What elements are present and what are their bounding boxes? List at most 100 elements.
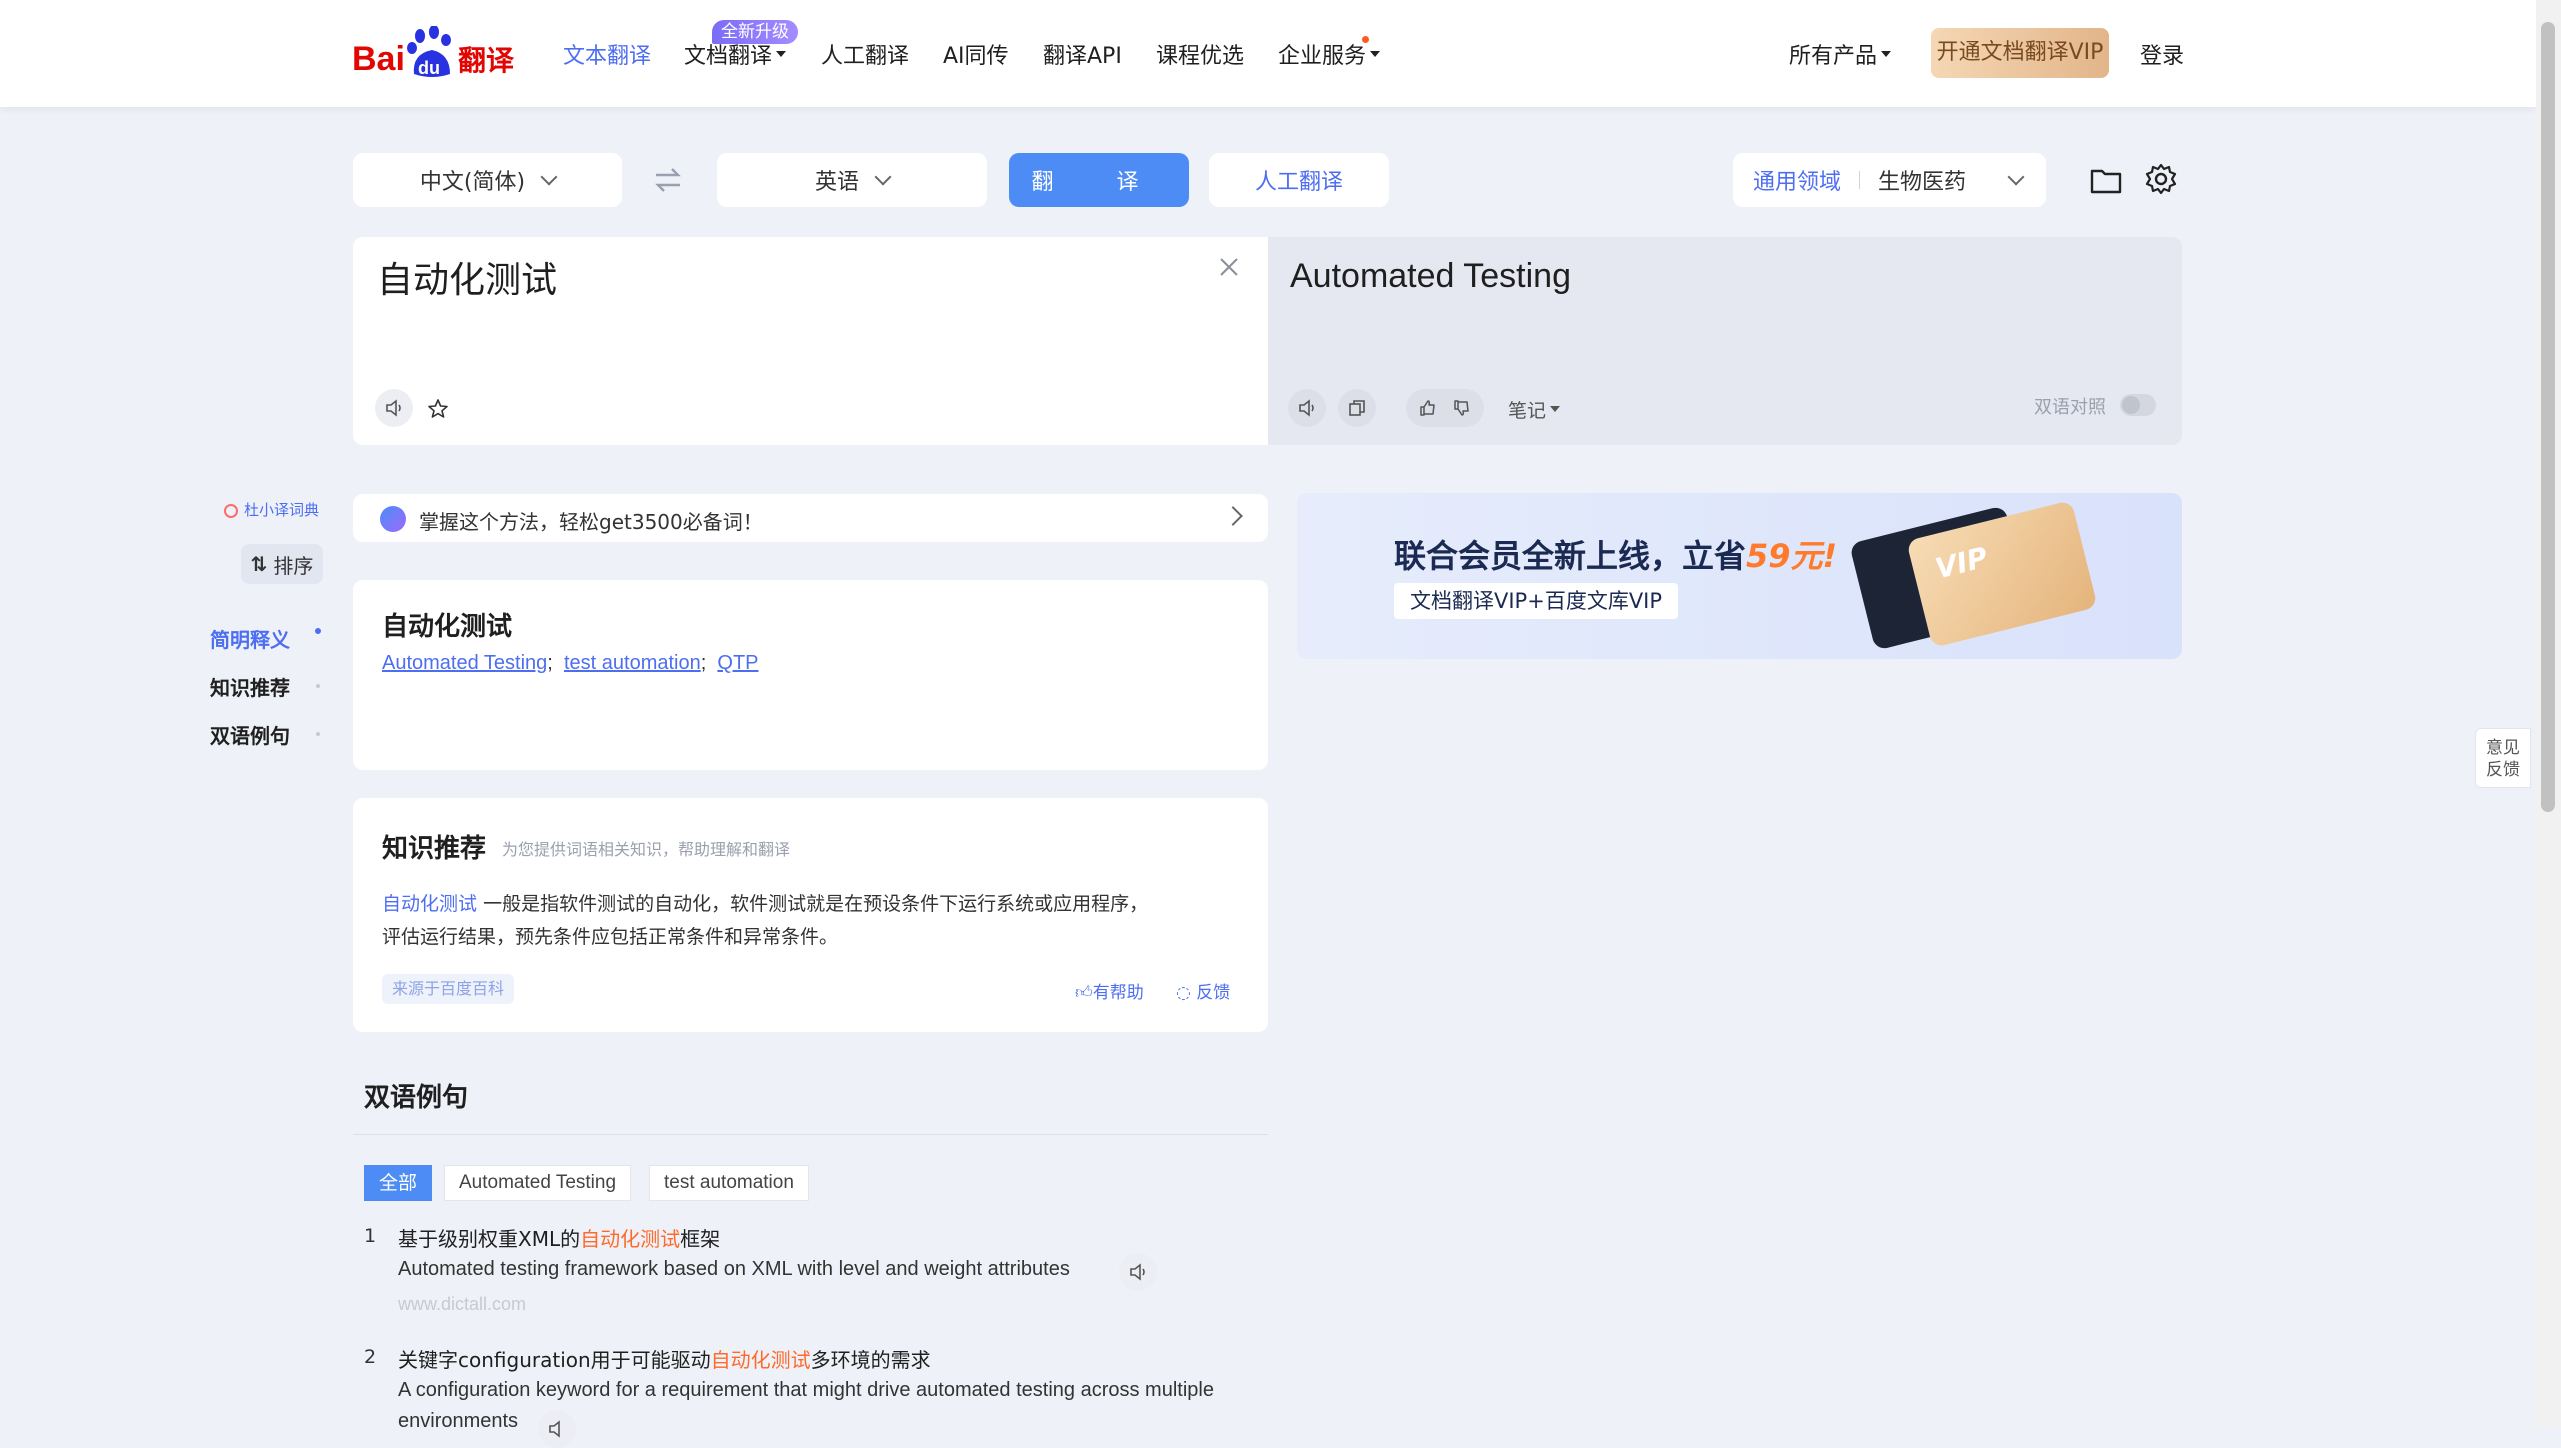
- speaker-icon[interactable]: [1288, 389, 1326, 427]
- comment-icon: ◌: [1176, 983, 1197, 1003]
- chevron-down-icon: [1550, 405, 1561, 412]
- divider: [1859, 171, 1861, 189]
- copy-icon[interactable]: [1338, 389, 1376, 427]
- domain-general-tab[interactable]: 通用领域: [1753, 164, 1841, 196]
- tab-automated-testing[interactable]: Automated Testing: [444, 1165, 632, 1201]
- knowledge-subheading: 为您提供词语相关知识，帮助理解和翻译: [502, 840, 791, 859]
- feedback-line1: 意见: [2486, 738, 2520, 758]
- feedback-button[interactable]: ◌ 反馈: [1176, 978, 1230, 1003]
- sidebar-item-brief[interactable]: 简明释义: [210, 624, 290, 653]
- tab-test-automation[interactable]: test automation: [649, 1165, 809, 1201]
- knowledge-term[interactable]: 自动化测试: [382, 893, 477, 915]
- meaning-link[interactable]: Automated Testing: [382, 652, 547, 674]
- target-language-select[interactable]: 英语: [717, 153, 987, 207]
- settings-gear-icon[interactable]: [2144, 162, 2178, 196]
- nav-translate-api[interactable]: 翻译API: [1043, 38, 1122, 70]
- source-language-label: 中文(简体): [419, 170, 526, 195]
- nav-ai-interpret[interactable]: AI同传: [943, 38, 1009, 70]
- ad-price: 59元!: [1746, 537, 1838, 575]
- example-cn-before: 基于级别权重XML的: [398, 1227, 581, 1251]
- dict-label: 杜小译词典: [244, 501, 320, 519]
- target-output-panel: Automated Testing 笔记 双语对照: [1268, 237, 2182, 445]
- vip-ad-banner[interactable]: 联合会员全新上线，立省59元! 文档翻译VIP+百度文库VIP VIP: [1297, 493, 2182, 659]
- login-link[interactable]: 登录: [2140, 38, 2184, 70]
- helpful-button[interactable]: 👍︎有帮助: [1075, 978, 1144, 1003]
- nav-dot: [316, 684, 320, 688]
- bilingual-label: 双语对照: [2034, 397, 2106, 418]
- nav-text-translate[interactable]: 文本翻译: [563, 38, 651, 70]
- speaker-icon[interactable]: [538, 1410, 576, 1448]
- all-products-menu[interactable]: 所有产品: [1789, 38, 1892, 70]
- knowledge-line1: 一般是指软件测试的自动化，软件测试就是在预设条件下运行系统或应用程序，: [483, 893, 1149, 915]
- meaning-list: Automated Testing; test automation; QTP: [382, 652, 759, 674]
- example-english: A configuration keyword for a requiremen…: [398, 1379, 1214, 1401]
- notification-dot: [1362, 36, 1369, 43]
- chevron-right-icon: [1223, 506, 1243, 526]
- speaker-icon[interactable]: [375, 389, 413, 427]
- nav-human-translate[interactable]: 人工翻译: [821, 38, 909, 70]
- tab-all[interactable]: 全部: [364, 1165, 433, 1201]
- notes-label: 笔记: [1508, 400, 1547, 422]
- sidebar-item-examples[interactable]: 双语例句: [210, 720, 290, 749]
- examples-heading: 双语例句: [364, 1083, 469, 1113]
- example-number: 2: [364, 1346, 377, 1368]
- all-products-label: 所有产品: [1789, 44, 1878, 69]
- tip-text: 掌握这个方法，轻松get3500必备词！: [419, 510, 763, 534]
- bilingual-toggle[interactable]: [2120, 394, 2156, 416]
- source-input-panel[interactable]: 自动化测试: [353, 237, 1268, 445]
- domain-select[interactable]: 通用领域 生物医药: [1733, 153, 2046, 207]
- divider: [353, 1134, 1268, 1135]
- tip-banner[interactable]: 掌握这个方法，轻松get3500必备词！: [353, 494, 1268, 542]
- translate-button[interactable]: 翻 译: [1009, 153, 1189, 207]
- new-upgrade-badge: 全新升级: [712, 20, 798, 44]
- clear-close-icon[interactable]: [1217, 255, 1241, 279]
- ad-subtitle: 文档翻译VIP+百度文库VIP: [1394, 583, 1679, 619]
- knowledge-heading: 知识推荐: [382, 834, 487, 864]
- feedback-label: 反馈: [1196, 983, 1231, 1003]
- scrollbar-thumb[interactable]: [2541, 22, 2555, 812]
- feedback-line2: 反馈: [2486, 760, 2520, 780]
- thumbs-up-icon[interactable]: [1418, 398, 1438, 418]
- sort-icon: ⇅: [250, 552, 268, 576]
- nav-courses[interactable]: 课程优选: [1156, 38, 1244, 70]
- source-language-select[interactable]: 中文(简体): [353, 153, 622, 207]
- human-translate-button[interactable]: 人工翻译: [1209, 153, 1389, 207]
- brief-heading: 自动化测试: [382, 612, 513, 642]
- nav-enterprise-label: 企业服务: [1278, 44, 1367, 69]
- folder-icon[interactable]: [2089, 163, 2123, 197]
- baidu-translate-logo[interactable]: Bai du 翻译: [352, 25, 522, 82]
- meaning-link[interactable]: test automation: [564, 652, 701, 674]
- thumbs-down-icon[interactable]: [1452, 398, 1472, 418]
- domain-selected-label: 生物医药: [1878, 170, 1967, 195]
- swap-languages-icon[interactable]: [652, 164, 684, 196]
- target-language-label: 英语: [814, 170, 859, 195]
- knowledge-card: 知识推荐 为您提供词语相关知识，帮助理解和翻译 自动化测试 一般是指软件测试的自…: [353, 798, 1268, 1032]
- chevron-down-icon: [874, 168, 892, 186]
- sidebar-item-knowledge[interactable]: 知识推荐: [210, 672, 290, 701]
- chevron-down-icon: [1881, 51, 1892, 57]
- svg-text:翻译: 翻译: [458, 44, 515, 77]
- dict-logo-icon: [224, 503, 238, 518]
- example-number: 1: [364, 1225, 377, 1247]
- translation-text[interactable]: Automated Testing: [1290, 257, 1571, 296]
- svg-text:du: du: [418, 58, 440, 78]
- notes-menu[interactable]: 笔记: [1508, 396, 1561, 423]
- sort-label: 排序: [273, 553, 314, 578]
- example-cn-before: 关键字configuration用于可能驱动: [398, 1348, 711, 1372]
- sort-button[interactable]: ⇅ 排序: [241, 544, 323, 584]
- toggle-knob: [2122, 396, 2140, 414]
- example-chinese: 关键字configuration用于可能驱动自动化测试多环境的需求: [398, 1344, 931, 1373]
- example-source[interactable]: www.dictall.com: [398, 1294, 526, 1315]
- speaker-icon[interactable]: [1119, 1253, 1157, 1291]
- tip-logo-icon: [380, 506, 406, 532]
- source-tag: 来源于百度百科: [382, 974, 515, 1004]
- star-favorite-icon[interactable]: [427, 398, 449, 420]
- floating-feedback-button[interactable]: 意见 反馈: [2475, 728, 2531, 788]
- brief-meaning-card: 自动化测试 Automated Testing; test automation…: [353, 580, 1268, 770]
- source-text[interactable]: 自动化测试: [377, 251, 557, 303]
- nav-dot: [316, 732, 320, 736]
- doc-vip-button[interactable]: 开通文档翻译VIP: [1931, 28, 2109, 78]
- example-english-continued: environments: [398, 1410, 519, 1432]
- example-cn-after: 多环境的需求: [810, 1348, 931, 1372]
- meaning-link[interactable]: QTP: [717, 652, 758, 674]
